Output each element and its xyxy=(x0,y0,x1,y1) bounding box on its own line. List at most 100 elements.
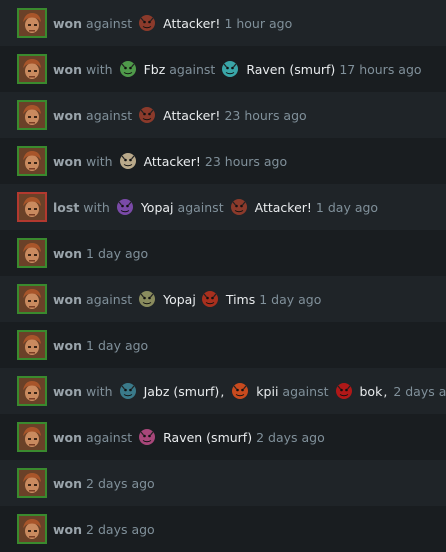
connector-text: with xyxy=(86,61,113,77)
result-label: won xyxy=(53,61,83,77)
feed-row-text: won 2 days ago xyxy=(53,476,155,491)
result-label: won xyxy=(53,153,83,169)
skull-hero-icon[interactable] xyxy=(118,151,138,171)
player-name[interactable]: Raven (smurf) xyxy=(246,62,335,77)
horned-hero-icon[interactable] xyxy=(137,427,157,447)
feed-row-text: won 2 days ago xyxy=(53,522,155,537)
player-name[interactable]: kpii xyxy=(256,384,278,399)
player-avatar[interactable] xyxy=(17,468,47,498)
connector-text: against xyxy=(86,107,133,123)
separator: , xyxy=(220,383,225,399)
feed-row[interactable]: won 1 day ago xyxy=(0,230,446,276)
feed-row[interactable]: won against Raven (smurf) 2 days ago xyxy=(0,414,446,460)
feed-row-text: won against Yopaj Tims 1 day ago xyxy=(53,289,321,309)
timestamp: 1 day ago xyxy=(86,245,149,261)
feed-row-text: won with Jabz (smurf), kpii against bok, 2 day… xyxy=(53,381,446,401)
result-label: won xyxy=(53,475,83,491)
feed-row[interactable]: won 2 days ago xyxy=(0,460,446,506)
demon-hero-icon[interactable] xyxy=(137,105,157,125)
feed-row[interactable]: won against Yopaj Tims 1 day ago xyxy=(0,276,446,322)
feed-row[interactable]: lost with Yopaj against Attacker! 1 day ago xyxy=(0,184,446,230)
separator: , xyxy=(383,383,388,399)
connector-text: with xyxy=(86,383,113,399)
result-label: lost xyxy=(53,199,80,215)
result-label: won xyxy=(53,245,83,261)
fire-hero-icon[interactable] xyxy=(230,381,250,401)
player-avatar[interactable] xyxy=(17,8,47,38)
beast-hero-icon[interactable] xyxy=(137,289,157,309)
player-name[interactable]: Raven (smurf) xyxy=(163,430,252,445)
player-avatar[interactable] xyxy=(17,238,47,268)
player-avatar[interactable] xyxy=(17,284,47,314)
player-avatar[interactable] xyxy=(17,376,47,406)
timestamp: 23 hours ago xyxy=(224,107,307,123)
feed-row-text: won 1 day ago xyxy=(53,338,148,353)
player-avatar[interactable] xyxy=(17,330,47,360)
shadow-hero-icon[interactable] xyxy=(200,289,220,309)
result-label: won xyxy=(53,15,83,31)
player-name[interactable]: Attacker! xyxy=(163,16,220,31)
player-name[interactable]: Fbz xyxy=(144,62,166,77)
feed-row-text: won with Attacker! 23 hours ago xyxy=(53,151,287,171)
feed-row-text: won 1 day ago xyxy=(53,246,148,261)
player-name[interactable]: Attacker! xyxy=(255,200,312,215)
feed-row[interactable]: won against Attacker! 23 hours ago xyxy=(0,92,446,138)
connector-text: against xyxy=(86,15,133,31)
orc-hero-icon[interactable] xyxy=(118,59,138,79)
connector-text: with xyxy=(86,153,113,169)
connector-text: against xyxy=(169,61,216,77)
result-label: won xyxy=(53,521,83,537)
feed-row[interactable]: won with Attacker! 23 hours ago xyxy=(0,138,446,184)
player-name[interactable]: Yopaj xyxy=(163,292,196,307)
player-avatar[interactable] xyxy=(17,514,47,544)
timestamp: 2 days ago xyxy=(393,383,446,399)
feed-row-text: won with Fbz against Raven (smurf) 17 hours a… xyxy=(53,59,422,79)
feed-row[interactable]: won with Jabz (smurf), kpii against bok, 2 day… xyxy=(0,368,446,414)
player-name[interactable]: bok xyxy=(360,384,383,399)
result-label: won xyxy=(53,107,83,123)
result-label: won xyxy=(53,337,83,353)
timestamp: 2 days ago xyxy=(86,521,155,537)
result-label: won xyxy=(53,291,83,307)
mage-hero-icon[interactable] xyxy=(115,197,135,217)
timestamp: 1 day ago xyxy=(315,199,379,215)
timestamp: 23 hours ago xyxy=(204,153,288,169)
connector-text: against xyxy=(177,199,224,215)
demon-hero-icon[interactable] xyxy=(229,197,249,217)
connector-text: against xyxy=(86,291,133,307)
feed-row[interactable]: won 1 day ago xyxy=(0,322,446,368)
timestamp: 1 hour ago xyxy=(224,15,293,31)
bat-hero-icon[interactable] xyxy=(334,381,354,401)
player-avatar[interactable] xyxy=(17,422,47,452)
timestamp: 1 day ago xyxy=(259,291,322,307)
feed-row-text: won against Raven (smurf) 2 days ago xyxy=(53,427,325,447)
result-label: won xyxy=(53,383,83,399)
player-name[interactable]: Attacker! xyxy=(163,108,220,123)
player-avatar[interactable] xyxy=(17,146,47,176)
player-name[interactable]: Tims xyxy=(226,292,255,307)
timestamp: 1 day ago xyxy=(86,337,149,353)
result-label: won xyxy=(53,429,83,445)
timestamp: 17 hours ago xyxy=(339,61,422,77)
player-name[interactable]: Attacker! xyxy=(144,154,201,169)
player-name[interactable]: Yopaj xyxy=(141,200,174,215)
player-avatar[interactable] xyxy=(17,192,47,222)
connector-text: against xyxy=(282,383,329,399)
connector-text: with xyxy=(83,199,110,215)
timestamp: 2 days ago xyxy=(256,429,325,445)
feed-row-text: won against Attacker! 23 hours ago xyxy=(53,105,307,125)
timestamp: 2 days ago xyxy=(86,475,155,491)
connector-text: against xyxy=(86,429,133,445)
spider-hero-icon[interactable] xyxy=(118,381,138,401)
player-name[interactable]: Jabz (smurf) xyxy=(144,384,220,399)
feed-row[interactable]: won against Attacker! 1 hour ago xyxy=(0,0,446,46)
match-feed: won against Attacker! 1 hour ago won with Fbz a… xyxy=(0,0,446,552)
ice-hero-icon[interactable] xyxy=(220,59,240,79)
player-avatar[interactable] xyxy=(17,54,47,84)
feed-row-text: won against Attacker! 1 hour ago xyxy=(53,13,292,33)
feed-row-text: lost with Yopaj against Attacker! 1 day ago xyxy=(53,197,378,217)
player-avatar[interactable] xyxy=(17,100,47,130)
feed-row[interactable]: won with Fbz against Raven (smurf) 17 hours a… xyxy=(0,46,446,92)
feed-row[interactable]: won 2 days ago xyxy=(0,506,446,552)
demon-hero-icon[interactable] xyxy=(137,13,157,33)
